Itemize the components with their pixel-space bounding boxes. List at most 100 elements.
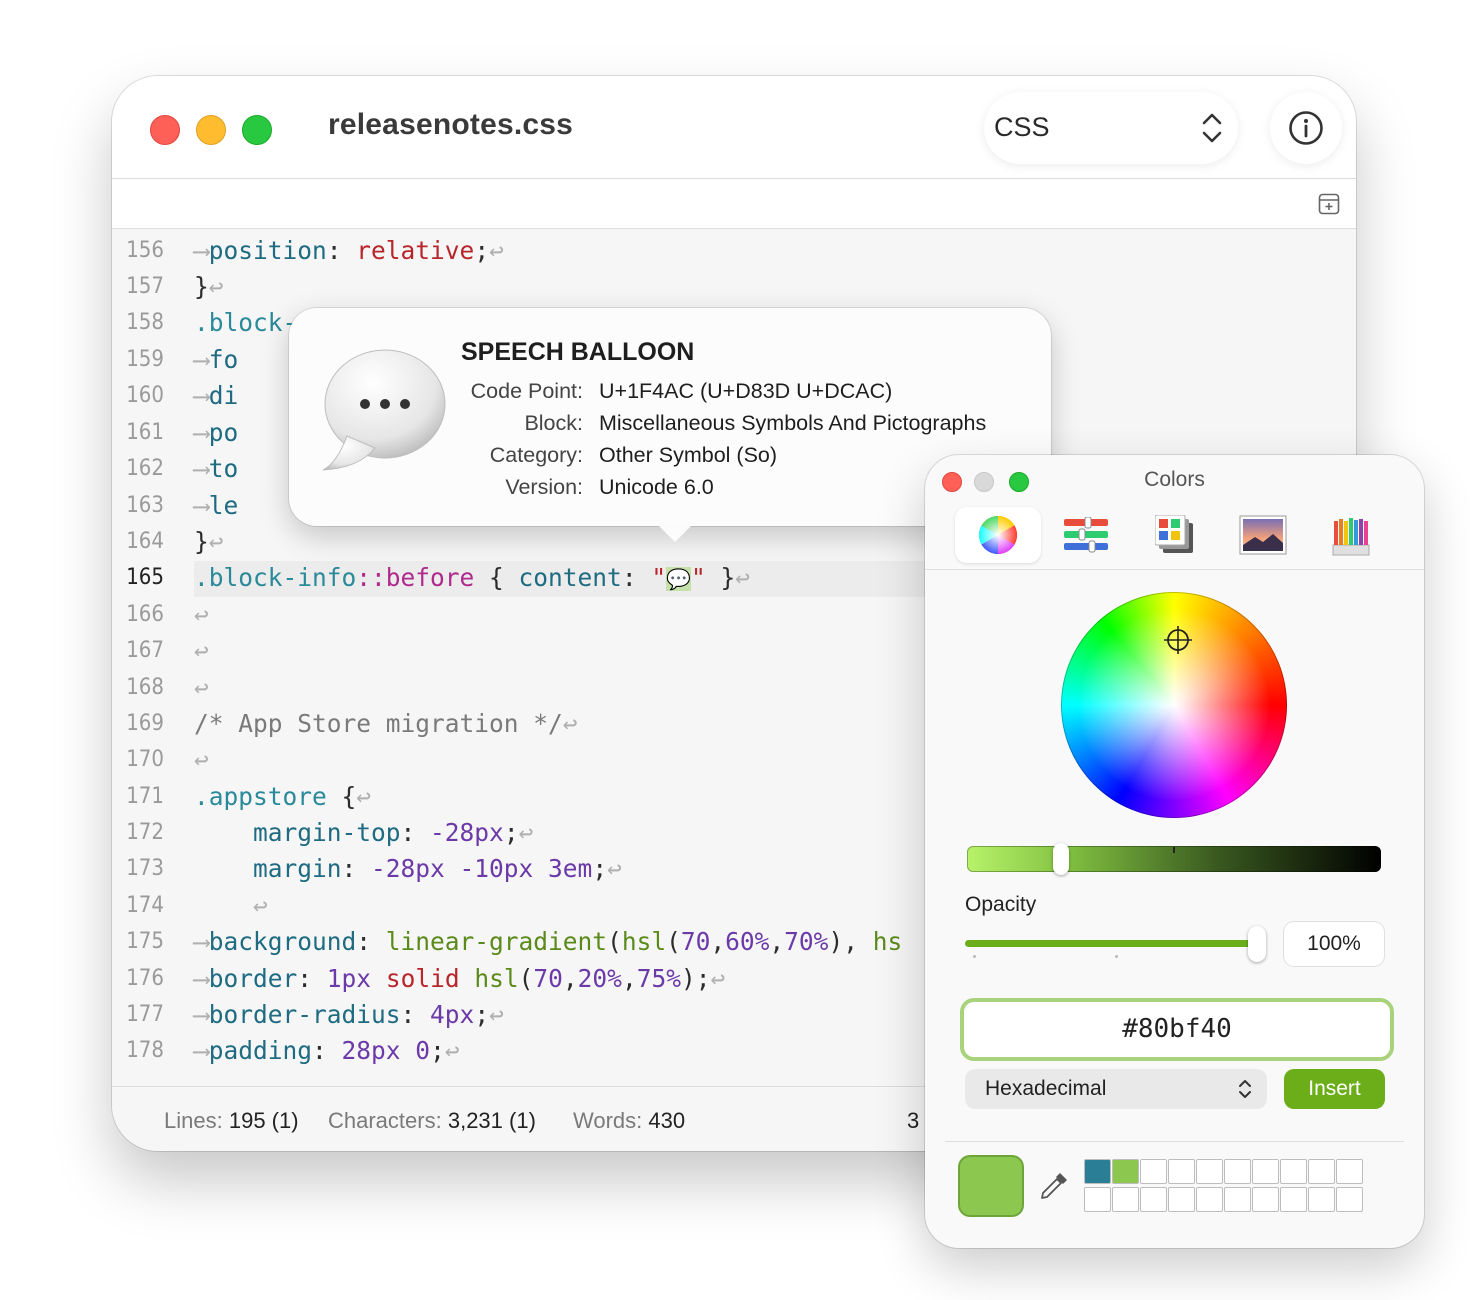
category-label: Category: <box>489 443 583 467</box>
line-number: 164 <box>126 529 164 554</box>
swatch-cell[interactable] <box>1336 1159 1363 1184</box>
info-icon <box>1289 111 1323 145</box>
line-number: 162 <box>126 456 164 481</box>
line-number: 166 <box>126 602 164 627</box>
line-number: 167 <box>126 638 164 663</box>
tab-color-palettes[interactable] <box>1131 507 1217 563</box>
swatch-cell[interactable] <box>1196 1187 1223 1212</box>
opacity-tick <box>973 955 976 958</box>
swatch-cell[interactable] <box>1280 1159 1307 1184</box>
eyedropper-icon[interactable] <box>1038 1170 1070 1202</box>
syntax-style-popup[interactable]: CSS <box>984 92 1238 164</box>
syntax-style-label: CSS <box>994 112 1050 142</box>
line-number: 168 <box>126 675 164 700</box>
color-wheel-icon <box>978 515 1018 555</box>
character-name: SPEECH BALLOON <box>461 338 695 366</box>
block-label: Block: <box>524 411 583 435</box>
code-point-value: U+1F4AC (U+D83D U+DCAC) <box>599 379 893 403</box>
image-palette-icon <box>1239 515 1287 555</box>
color-format-popup[interactable]: Hexadecimal <box>965 1069 1267 1109</box>
brightness-thumb[interactable] <box>1053 843 1069 875</box>
insert-button[interactable]: Insert <box>1284 1069 1385 1109</box>
swatch-cell[interactable] <box>1252 1159 1279 1184</box>
swatch-cell[interactable] <box>1308 1159 1335 1184</box>
popover-arrow <box>657 524 693 542</box>
brightness-marker <box>1173 847 1175 853</box>
swatch-cell[interactable] <box>1336 1187 1363 1212</box>
zoom-button[interactable] <box>242 115 272 145</box>
split-editor-icon[interactable] <box>1318 193 1340 215</box>
line-number: 178 <box>126 1038 164 1063</box>
crosshair-icon[interactable] <box>1163 625 1193 655</box>
line-number: 170 <box>126 747 164 772</box>
line-number: 159 <box>126 347 164 372</box>
tab-image-palettes[interactable] <box>1219 507 1305 563</box>
line-number: 165 <box>126 565 164 590</box>
tab-color-wheel[interactable] <box>955 507 1041 563</box>
swatch-cell[interactable] <box>1224 1159 1251 1184</box>
info-button[interactable] <box>1270 92 1342 164</box>
opacity-label: Opacity <box>965 893 1037 916</box>
block-value: Miscellaneous Symbols And Pictographs <box>599 411 987 435</box>
colors-mode-tabs <box>925 503 1424 570</box>
swatch-cell[interactable] <box>1084 1159 1111 1184</box>
line-number: 158 <box>126 310 164 335</box>
characters-count: Characters: 3,231 (1) <box>328 1108 536 1133</box>
line-number: 175 <box>126 929 164 954</box>
speech-balloon-icon <box>322 349 446 471</box>
sliders-icon <box>1064 517 1108 553</box>
opacity-thumb[interactable] <box>1248 926 1266 962</box>
swatch-cell[interactable] <box>1252 1187 1279 1212</box>
opacity-slider[interactable] <box>965 940 1255 947</box>
opacity-value-field[interactable]: 100% <box>1284 922 1384 966</box>
swatch-cell[interactable] <box>1280 1187 1307 1212</box>
swatch-cell[interactable] <box>1140 1159 1167 1184</box>
swatch-cell[interactable] <box>1196 1159 1223 1184</box>
cursor-location: 3 <box>907 1108 920 1133</box>
line-number: 163 <box>126 493 164 518</box>
minimize-button[interactable] <box>196 115 226 145</box>
line-number: 172 <box>126 820 164 845</box>
code-line: 156 ⟶position: relative;↩ <box>112 234 1356 270</box>
swatch-cell[interactable] <box>1112 1159 1139 1184</box>
palettes-icon <box>1155 515 1193 553</box>
swatch-cell[interactable] <box>1308 1187 1335 1212</box>
swatch-cell[interactable] <box>1168 1159 1195 1184</box>
colors-title: Colors <box>1144 468 1205 491</box>
current-color-well[interactable] <box>960 1157 1022 1215</box>
swatch-cell[interactable] <box>1224 1187 1251 1212</box>
opacity-tick <box>1115 955 1118 958</box>
window-title: releasenotes.css <box>328 108 574 141</box>
swatch-cell[interactable] <box>1168 1187 1195 1212</box>
swatch-cell[interactable] <box>1112 1187 1139 1212</box>
line-number: 160 <box>126 383 164 408</box>
lines-count: Lines: 195 (1) <box>164 1108 299 1133</box>
line-number: 174 <box>126 893 164 918</box>
hex-color-field[interactable]: #80bf40 <box>960 998 1394 1061</box>
line-number: 173 <box>126 856 164 881</box>
swatch-cell[interactable] <box>1084 1187 1111 1212</box>
pencils-icon <box>1332 518 1370 556</box>
category-value: Other Symbol (So) <box>599 443 778 467</box>
line-number: 171 <box>126 784 164 809</box>
line-number: 177 <box>126 1002 164 1027</box>
colors-panel: Colors Opacity 100% #80bf40 Hexadecimal … <box>925 455 1424 1248</box>
speech-balloon-char[interactable]: 💬 <box>666 567 691 591</box>
line-number: 161 <box>126 420 164 445</box>
chevron-up-down-icon <box>1239 1080 1251 1098</box>
navigation-bar <box>112 179 1356 229</box>
line-number: 157 <box>126 274 164 299</box>
chevron-up-down-icon <box>1202 113 1222 143</box>
line-number: 169 <box>126 711 164 736</box>
version-label: Version: <box>505 475 583 499</box>
words-count: Words: 430 <box>573 1108 686 1133</box>
divider <box>945 1141 1404 1142</box>
close-button[interactable] <box>150 115 180 145</box>
line-number: 156 <box>126 238 164 263</box>
code-point-label: Code Point: <box>470 379 583 403</box>
version-value: Unicode 6.0 <box>599 475 714 499</box>
tab-color-sliders[interactable] <box>1043 507 1129 563</box>
swatch-cell[interactable] <box>1140 1187 1167 1212</box>
line-number: 176 <box>126 966 164 991</box>
tab-pencils[interactable] <box>1307 507 1393 563</box>
